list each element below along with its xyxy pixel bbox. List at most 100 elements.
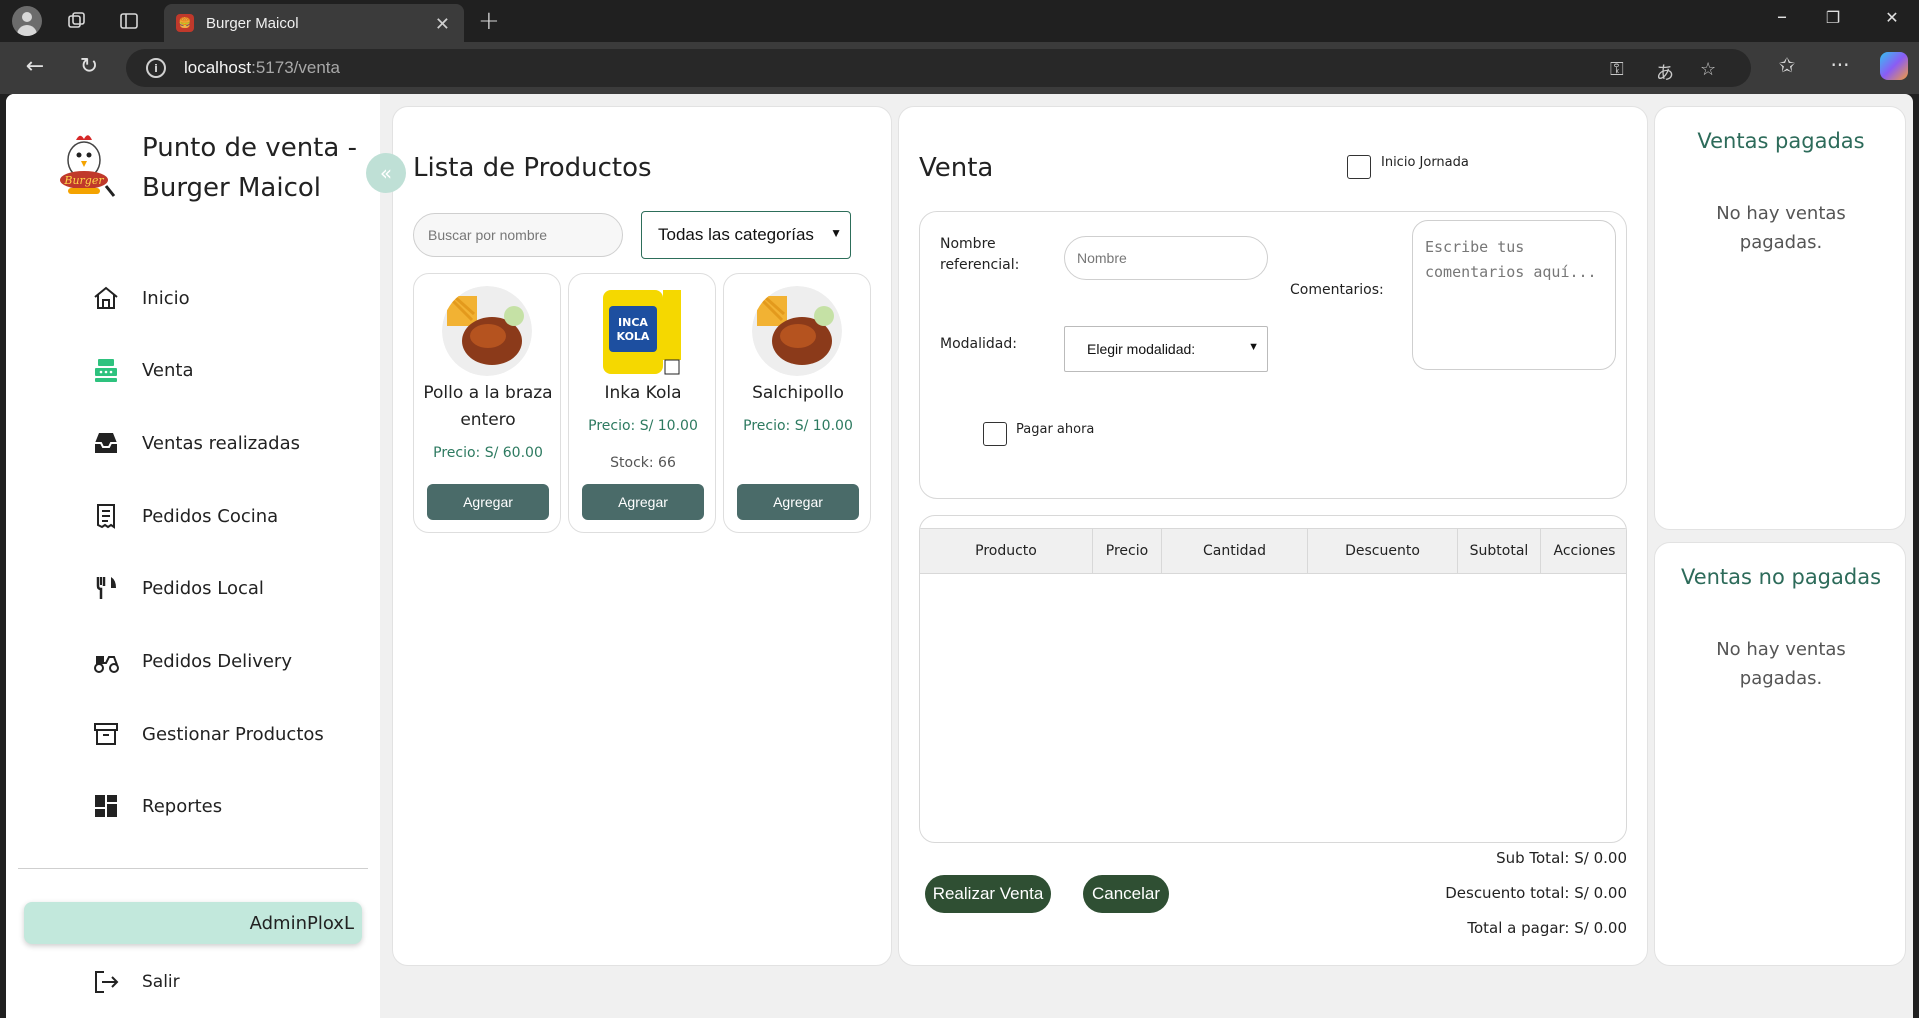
add-product-button[interactable]: Agregar [737, 484, 859, 520]
copilot-icon[interactable] [1880, 52, 1908, 80]
nombre-label: Nombre referencial: [940, 236, 1020, 273]
product-name: Salchipollo [752, 383, 844, 403]
chevron-down-icon: ▼ [1248, 341, 1259, 353]
dashboard-icon [90, 790, 122, 822]
double-chevron-left-icon: « [379, 161, 393, 185]
products-panel: Lista de Productos Buscar por nombre Tod… [392, 106, 892, 966]
category-selected: Todas las categorías [658, 225, 814, 244]
sidebar-item-gestionar-productos[interactable]: Gestionar Productos [90, 714, 324, 754]
sidebar-item-label: Gestionar Productos [142, 723, 324, 745]
sidebar-item-ventas-realizadas[interactable]: Ventas realizadas [90, 423, 300, 463]
sidebar-item-label: Venta [142, 359, 194, 381]
window-close-icon[interactable]: ✕ [1872, 8, 1912, 27]
modalidad-label: Modalidad: [940, 336, 1017, 352]
back-icon[interactable]: ← [20, 54, 50, 79]
browser-tab-active[interactable]: 🍔 Burger Maicol ✕ [164, 4, 464, 42]
pagar-ahora-checkbox[interactable] [983, 422, 1007, 446]
sale-title: Venta [919, 153, 994, 183]
logout-label: Salir [142, 972, 180, 992]
svg-text:INCA: INCA [618, 316, 648, 329]
realizar-venta-button[interactable]: Realizar Venta [925, 875, 1051, 913]
logout-icon [90, 966, 122, 998]
add-product-button[interactable]: Agregar [427, 484, 549, 520]
sidebar-item-pedidos-cocina[interactable]: Pedidos Cocina [90, 496, 278, 536]
translate-icon[interactable]: あ [1656, 59, 1674, 85]
sidebar-item-label: Inicio [142, 287, 190, 309]
more-menu-icon[interactable]: ··· [1825, 53, 1855, 77]
sidebar-item-venta[interactable]: Venta [90, 350, 194, 390]
modalidad-select[interactable]: Elegir modalidad: ▼ [1064, 326, 1268, 372]
unpaid-sales-panel: Ventas no pagadas No hay ventas pagadas. [1654, 542, 1906, 966]
home-icon [90, 282, 122, 314]
address-bar: ← ↻ i localhost:5173/venta ⚿ あ ☆ ✩ ··· [0, 42, 1919, 94]
sidebar-item-reportes[interactable]: Reportes [90, 786, 222, 826]
inicio-jornada-label: Inicio Jornada [1381, 155, 1469, 170]
close-tab-icon[interactable]: ✕ [435, 14, 450, 35]
profile-avatar[interactable] [12, 6, 42, 36]
sidebar-item-label: Pedidos Delivery [142, 650, 292, 672]
app-root: Burger Punto de venta - Burger Maicol « … [6, 94, 1913, 1018]
col-descuento: Descuento [1308, 529, 1458, 573]
svg-text:KOLA: KOLA [617, 330, 650, 343]
favorite-star-icon[interactable]: ☆ [1700, 59, 1716, 80]
total-a-pagar: Total a pagar: S/ 0.00 [1467, 919, 1627, 937]
favorites-icon[interactable]: ✩ [1772, 53, 1802, 77]
paid-sales-title: Ventas pagadas [1697, 129, 1865, 153]
minimize-icon[interactable]: – [1762, 4, 1802, 28]
inbox-icon [90, 427, 122, 459]
browser-tab-bar: 🍔 Burger Maicol ✕ + – ❐ ✕ [0, 0, 1919, 42]
product-price: Precio: S/ 10.00 [588, 418, 698, 434]
products-title: Lista de Productos [413, 153, 652, 183]
sidebar-item-pedidos-local[interactable]: Pedidos Local [90, 568, 264, 608]
user-badge[interactable]: AdminPloxL [24, 902, 362, 944]
product-stock: Stock: 66 [610, 455, 676, 471]
sale-form: Nombre referencial: Nombre Comentarios: … [919, 211, 1627, 499]
col-acciones: Acciones [1553, 543, 1616, 559]
sidebar-item-label: Ventas realizadas [142, 432, 301, 454]
favicon-icon: 🍔 [176, 14, 194, 32]
add-product-button[interactable]: Agregar [582, 484, 704, 520]
product-card: Salchipollo Precio: S/ 10.00 Agregar [723, 273, 871, 533]
username: AdminPloxL [249, 912, 354, 934]
col-precio: Precio [1093, 529, 1162, 573]
logout-button[interactable]: Salir [90, 962, 180, 1002]
restore-icon[interactable]: ❐ [1813, 8, 1853, 27]
unpaid-sales-empty: No hay ventas pagadas. [1716, 639, 1846, 689]
sub-total: Sub Total: S/ 0.00 [1496, 849, 1627, 867]
reload-icon[interactable]: ↻ [74, 54, 104, 79]
col-producto: Producto [920, 529, 1093, 573]
key-icon[interactable]: ⚿ [1610, 59, 1624, 80]
comentarios-label: Comentarios: [1290, 282, 1384, 298]
pagar-ahora-label: Pagar ahora [1016, 422, 1095, 437]
workspaces-icon[interactable] [64, 8, 90, 34]
product-card: Pollo a la braza entero Precio: S/ 60.00… [413, 273, 561, 533]
inicio-jornada-checkbox[interactable] [1347, 155, 1371, 179]
tab-actions-icon[interactable] [116, 8, 142, 34]
col-subtotal: Subtotal [1458, 529, 1541, 573]
tab-title: Burger Maicol [206, 14, 299, 32]
comentarios-textarea[interactable]: Escribe tus comentarios aquí... [1412, 220, 1616, 370]
sidebar-item-pedidos-delivery[interactable]: Pedidos Delivery [90, 641, 292, 681]
archive-icon [90, 718, 122, 750]
sidebar: Burger Punto de venta - Burger Maicol « … [6, 94, 406, 1018]
nombre-input[interactable]: Nombre [1064, 236, 1268, 280]
paid-sales-empty: No hay ventas pagadas. [1716, 203, 1846, 253]
sidebar-item-inicio[interactable]: Inicio [90, 278, 190, 318]
search-input[interactable]: Buscar por nombre [413, 213, 623, 257]
site-info-icon[interactable]: i [146, 58, 166, 78]
inka-kola-image: INCA KOLA [597, 286, 687, 376]
burger-maicol-logo: Burger [48, 130, 120, 200]
svg-text:Burger: Burger [63, 174, 104, 187]
product-name: Inka Kola [604, 383, 682, 403]
product-card: INCA KOLA Inka Kola Precio: S/ 10.00 Stoc… [568, 273, 716, 533]
collapse-sidebar-button[interactable]: « [366, 153, 406, 193]
sidebar-item-label: Reportes [142, 795, 223, 817]
category-select[interactable]: Todas las categorías ▼ [641, 211, 851, 259]
new-tab-icon[interactable]: + [478, 6, 500, 36]
cancelar-button[interactable]: Cancelar [1083, 875, 1169, 913]
col-cantidad: Cantidad [1162, 529, 1308, 573]
modalidad-selected: Elegir modalidad: [1087, 341, 1196, 357]
descuento-total: Descuento total: S/ 0.00 [1445, 884, 1627, 902]
sidebar-divider [18, 868, 368, 869]
url-input[interactable]: i localhost:5173/venta ⚿ あ ☆ [126, 49, 1751, 87]
